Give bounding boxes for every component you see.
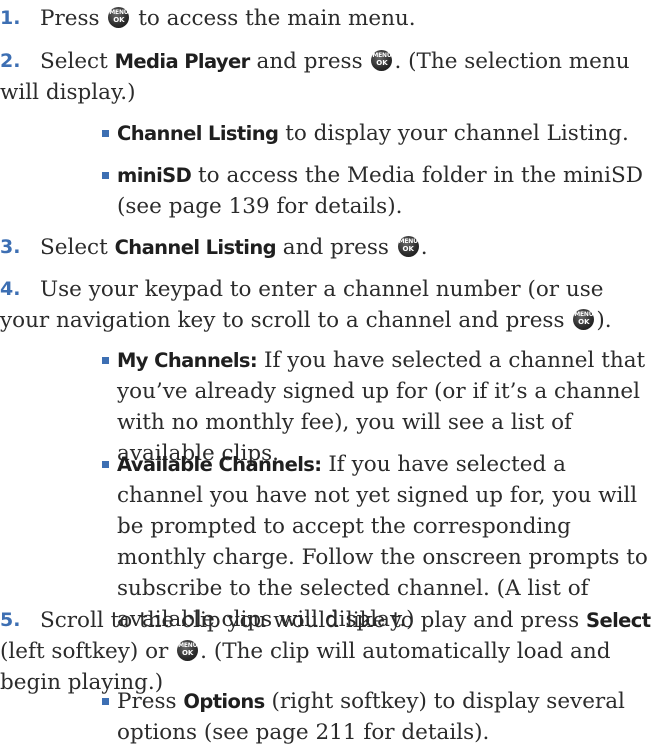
- bullet-text: Press Options (right softkey) to display…: [117, 689, 625, 745]
- step-number: 5.: [0, 609, 21, 631]
- softkey-options: Options: [183, 690, 265, 713]
- step-number: 3.: [0, 236, 21, 258]
- bullet-square-icon: [102, 698, 109, 705]
- menu-item-media-player: Media Player: [114, 50, 251, 73]
- step-number: 2.: [0, 50, 21, 72]
- bullet-text: Channel Listing to display your channel …: [117, 121, 629, 146]
- bullet-square-icon: [102, 172, 109, 179]
- bullet-text: miniSD to access the Media folder in the…: [117, 163, 643, 219]
- step-text: Select Channel Listing and press MENU OK.: [40, 235, 428, 260]
- manual-page: 1. Press MENU OK to access the main menu.…: [0, 0, 664, 747]
- sub-bullet: miniSD to access the Media folder in the…: [0, 160, 652, 222]
- bullet-square-icon: [102, 461, 109, 468]
- menu-ok-key-icon: MENU OK: [397, 236, 419, 257]
- sub-bullet: Press Options (right softkey) to display…: [0, 686, 652, 748]
- step-number: 4.: [0, 278, 21, 300]
- menu-ok-key-icon: MENU OK: [108, 7, 130, 28]
- step-text: Use your keypad to enter a channel numbe…: [0, 277, 612, 333]
- step-text: Scroll to the clip you would like to pla…: [0, 608, 651, 695]
- step-text: Press MENU OK to access the main menu.: [40, 6, 416, 31]
- step-5: 5. Scroll to the clip you would like to …: [0, 605, 652, 698]
- menu-item-channel-listing: Channel Listing: [114, 236, 277, 259]
- menu-ok-key-icon: MENU OK: [177, 640, 199, 661]
- sub-bullet: Channel Listing to display your channel …: [0, 118, 652, 149]
- bullet-square-icon: [102, 130, 109, 137]
- step-number: 1.: [0, 7, 21, 29]
- step-4: 4. Use your keypad to enter a channel nu…: [0, 274, 652, 336]
- bullet-square-icon: [102, 357, 109, 364]
- softkey-select: Select: [586, 609, 651, 632]
- menu-ok-key-icon: MENU OK: [573, 309, 595, 330]
- step-text: Select Media Player and press MENU OK. (T…: [0, 49, 630, 105]
- step-2: 2. Select Media Player and press MENU OK.…: [0, 46, 652, 108]
- step-3: 3. Select Channel Listing and press MENU…: [0, 232, 652, 263]
- step-1: 1. Press MENU OK to access the main menu.: [0, 3, 652, 34]
- menu-ok-key-icon: MENU OK: [371, 50, 393, 71]
